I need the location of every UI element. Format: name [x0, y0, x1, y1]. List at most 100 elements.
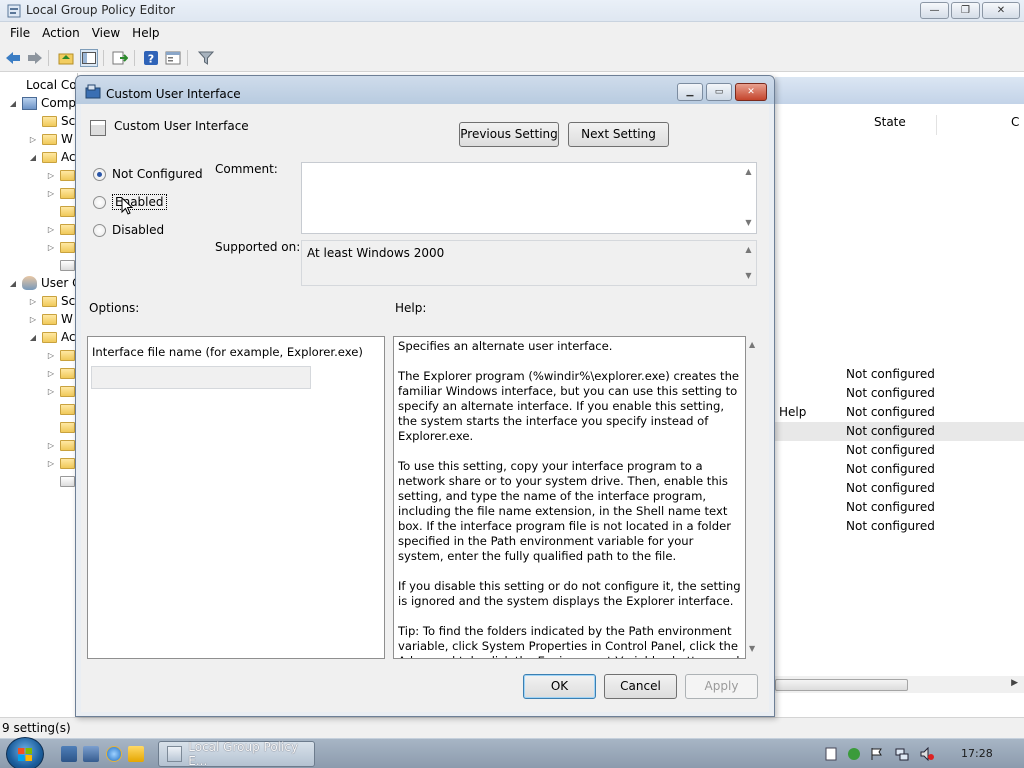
scroll-down-arrow-icon[interactable]: ▼ — [743, 271, 754, 280]
switch-windows-icon[interactable] — [83, 746, 99, 762]
table-row[interactable]: Help Not configured — [775, 403, 1024, 422]
forward-icon[interactable] — [26, 49, 44, 67]
tree-item[interactable]: ▷ — [46, 184, 77, 202]
show-hide-tree-icon[interactable] — [80, 49, 98, 67]
clock[interactable]: 17:28 — [961, 747, 993, 760]
next-setting-button[interactable]: Next Setting — [568, 122, 669, 147]
help-icon[interactable]: ? — [142, 49, 160, 67]
radio-button[interactable] — [93, 167, 106, 181]
tree-item[interactable]: ▷ — [46, 364, 77, 382]
expand-arrow-icon[interactable]: ▷ — [46, 189, 56, 198]
expand-arrow-icon[interactable]: ▷ — [46, 387, 56, 396]
dialog-maximize-button[interactable]: ▭ — [706, 83, 732, 101]
table-row[interactable]: Not configured — [775, 441, 1024, 460]
column-header-comment[interactable]: C — [1011, 115, 1019, 135]
expand-arrow-icon[interactable]: ▷ — [28, 297, 38, 306]
dialog-title-bar[interactable]: Custom User Interface ▁ ▭ ✕ — [76, 76, 774, 104]
expand-arrow-icon[interactable]: ▷ — [46, 369, 56, 378]
volume-muted-icon[interactable] — [920, 747, 934, 761]
tree-item[interactable]: ◢ Ac — [28, 328, 76, 346]
tree-item[interactable]: ▷ W — [28, 130, 73, 148]
tree-pane[interactable]: Local Cor ◢ Comp Sc ▷ W ◢ Ac ▷ ▷ ▷ ▷ ◢ U… — [0, 73, 78, 717]
collapse-arrow-icon[interactable]: ◢ — [8, 279, 18, 288]
scrollbar-thumb[interactable] — [775, 679, 908, 691]
tree-item[interactable]: ▷ — [46, 436, 77, 454]
main-title-bar[interactable]: Local Group Policy Editor — ❐ ✕ — [0, 0, 1024, 22]
export-list-icon[interactable] — [111, 49, 129, 67]
up-folder-icon[interactable] — [57, 49, 75, 67]
scroll-down-arrow-icon[interactable]: ▼ — [743, 218, 754, 227]
menu-help[interactable]: Help — [126, 26, 165, 40]
minimize-button[interactable]: — — [920, 2, 949, 19]
table-row[interactable]: Not configured — [775, 517, 1024, 536]
settings-list-pane[interactable]: State C Not configured Not configured He… — [775, 73, 1024, 717]
start-button[interactable] — [6, 737, 44, 768]
horizontal-scrollbar[interactable]: ▶ — [775, 676, 1024, 693]
scroll-up-arrow-icon[interactable]: ▲ — [749, 340, 755, 349]
collapse-arrow-icon[interactable]: ◢ — [8, 99, 18, 108]
menu-view[interactable]: View — [86, 26, 126, 40]
column-header-state[interactable]: State — [874, 115, 906, 135]
security-icon[interactable] — [847, 747, 861, 761]
previous-setting-button[interactable]: Previous Setting — [459, 122, 559, 147]
tree-item[interactable]: ▷ Sc — [28, 292, 75, 310]
scroll-down-arrow-icon[interactable]: ▼ — [749, 644, 755, 653]
table-row[interactable]: Not configured — [775, 498, 1024, 517]
dialog-close-button[interactable]: ✕ — [735, 83, 767, 101]
menu-action[interactable]: Action — [36, 26, 86, 40]
tree-item[interactable]: ▷ — [46, 346, 77, 364]
expand-arrow-icon[interactable]: ▷ — [28, 135, 38, 144]
action-center-icon[interactable] — [824, 747, 838, 761]
flag-icon[interactable] — [870, 747, 884, 761]
back-icon[interactable] — [4, 49, 22, 67]
help-scrollbar[interactable]: ▲ ▼ — [746, 336, 760, 659]
show-desktop-icon[interactable] — [61, 746, 77, 762]
tree-item[interactable]: ◢ Ac — [28, 148, 76, 166]
scroll-up-arrow-icon[interactable]: ▲ — [743, 245, 754, 254]
cancel-button[interactable]: Cancel — [604, 674, 677, 699]
radio-disabled[interactable]: Disabled — [93, 221, 164, 239]
table-row[interactable]: Not configured — [775, 479, 1024, 498]
tree-item[interactable]: ▷ — [46, 382, 77, 400]
menu-file[interactable]: File — [4, 26, 36, 40]
radio-not-configured[interactable]: Not Configured — [93, 165, 203, 183]
tree-item[interactable]: ▷ — [46, 220, 77, 238]
collapse-arrow-icon[interactable]: ◢ — [28, 153, 38, 162]
scroll-right-arrow-icon[interactable]: ▶ — [1011, 678, 1018, 688]
expand-arrow-icon[interactable]: ▷ — [46, 351, 56, 360]
table-row[interactable]: Not configured — [775, 460, 1024, 479]
comment-field[interactable]: ▲ ▼ — [301, 162, 757, 234]
tree-item[interactable]: Sc — [42, 112, 75, 130]
table-row[interactable]: Not configured — [775, 365, 1024, 384]
radio-button[interactable] — [93, 223, 106, 237]
interface-file-name-input[interactable] — [91, 366, 311, 389]
taskbar-app-button[interactable]: Local Group Policy E... — [158, 740, 315, 768]
properties-icon[interactable] — [164, 49, 182, 67]
expand-arrow-icon[interactable]: ▷ — [46, 171, 56, 180]
apply-button[interactable]: Apply — [685, 674, 758, 699]
tree-item-computer[interactable]: ◢ Comp — [8, 94, 76, 112]
scroll-up-arrow-icon[interactable]: ▲ — [743, 167, 754, 176]
tree-item[interactable]: ▷ — [46, 454, 77, 472]
close-button[interactable]: ✕ — [982, 2, 1020, 19]
network-icon[interactable] — [895, 747, 909, 761]
tree-item[interactable]: ▷ — [46, 166, 77, 184]
table-row[interactable]: Not configured — [775, 384, 1024, 403]
expand-arrow-icon[interactable]: ▷ — [46, 459, 56, 468]
tree-root[interactable]: Local Cor — [4, 76, 77, 94]
expand-arrow-icon[interactable]: ▷ — [46, 243, 56, 252]
ok-button[interactable]: OK — [523, 674, 596, 699]
expand-arrow-icon[interactable]: ▷ — [28, 315, 38, 324]
expand-arrow-icon[interactable]: ▷ — [46, 441, 56, 450]
collapse-arrow-icon[interactable]: ◢ — [28, 333, 38, 342]
tree-item[interactable]: ▷ W — [28, 310, 73, 328]
table-row-selected[interactable]: Not configured — [775, 422, 1024, 441]
internet-explorer-icon[interactable] — [106, 746, 122, 762]
filter-icon[interactable] — [197, 49, 215, 67]
expand-arrow-icon[interactable]: ▷ — [46, 225, 56, 234]
dialog-minimize-button[interactable]: ▁ — [677, 83, 703, 101]
tree-item-user[interactable]: ◢ User C — [8, 274, 77, 292]
maximize-button[interactable]: ❐ — [951, 2, 980, 19]
radio-button[interactable] — [93, 195, 106, 209]
tree-item[interactable]: ▷ — [46, 238, 77, 256]
